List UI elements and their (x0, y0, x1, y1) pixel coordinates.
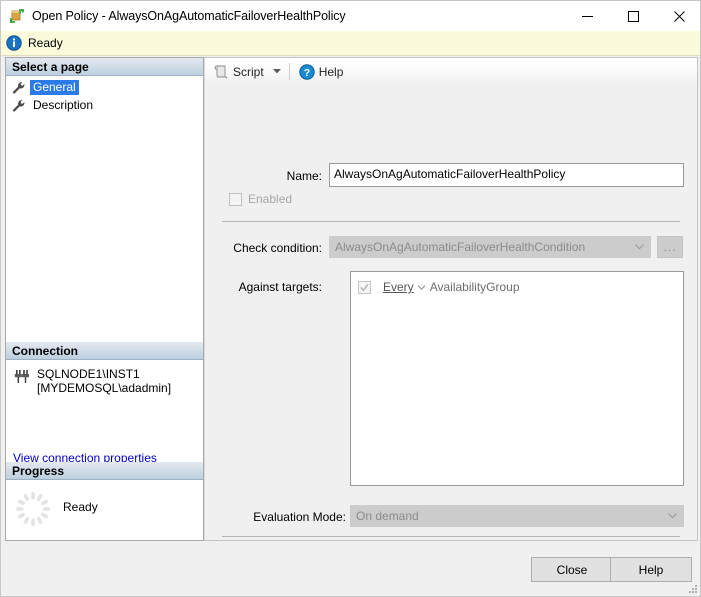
progress-body: Ready (6, 481, 203, 529)
spinner-icon (13, 489, 53, 529)
progress-status: Ready (63, 500, 98, 514)
connection-text: SQLNODE1\INST1 [MYDEMOSQL\adadmin] (37, 367, 171, 395)
connection-server: SQLNODE1\INST1 (37, 367, 140, 381)
status-info-bar: Ready (1, 31, 700, 56)
toolbar-separator (288, 63, 290, 80)
name-input[interactable]: AlwaysOnAgAutomaticFailoverHealthPolicy (329, 163, 684, 187)
check-condition-browse-button[interactable]: ... (657, 236, 683, 258)
info-bar-text: Ready (28, 36, 63, 50)
target-type-label: AvailabilityGroup (429, 280, 520, 294)
content-panel: Script ? Help Name: AlwaysOnAgAutomaticF… (204, 57, 698, 541)
enabled-label: Enabled (248, 192, 293, 206)
close-button[interactable] (656, 1, 700, 31)
progress-header: Progress (6, 462, 203, 480)
name-label: Name: (286, 169, 322, 183)
close-button-footer[interactable]: Close (531, 557, 613, 582)
target-every-link[interactable]: Every (383, 280, 414, 294)
connection-user: [MYDEMOSQL\adadmin] (37, 381, 172, 395)
against-targets-listbox[interactable]: Every AvailabilityGroup (350, 271, 684, 486)
sidebar-item-description[interactable]: Description (11, 97, 203, 114)
connection-header: Connection (6, 342, 203, 360)
help-button-footer[interactable]: Help (610, 557, 692, 582)
policy-icon (9, 8, 25, 24)
open-policy-dialog: Open Policy - AlwaysOnAgAutomaticFailove… (0, 0, 701, 597)
target-checkbox[interactable] (358, 280, 371, 294)
window-controls (564, 1, 700, 31)
help-button[interactable]: ? Help (296, 61, 347, 82)
title-bar: Open Policy - AlwaysOnAgAutomaticFailove… (1, 1, 700, 31)
check-condition-label: Check condition: (233, 241, 322, 255)
chevron-down-icon[interactable] (271, 64, 283, 80)
help-button-label: Help (318, 64, 344, 79)
sidebar-item-general-label: General (30, 80, 79, 95)
separator-2 (222, 536, 680, 537)
chevron-down-icon (633, 243, 645, 251)
script-button[interactable]: Script (210, 61, 267, 82)
evaluation-mode-select[interactable]: On demand (350, 505, 684, 527)
separator-1 (222, 221, 680, 222)
evaluation-mode-value: On demand (356, 509, 419, 523)
wrench-icon (11, 99, 27, 113)
info-icon (6, 35, 22, 51)
content-toolbar: Script ? Help (205, 58, 697, 85)
check-condition-value: AlwaysOnAgAutomaticFailoverHealthConditi… (335, 240, 586, 254)
resize-grip[interactable] (686, 582, 698, 594)
maximize-button[interactable] (610, 1, 656, 31)
connection-info: SQLNODE1\INST1 [MYDEMOSQL\adadmin] (6, 367, 203, 395)
dialog-button-bar: Close Help (1, 546, 700, 596)
script-button-label: Script (233, 64, 264, 79)
against-targets-label: Against targets: (238, 280, 322, 294)
left-navigation-panel: Select a page General Description Connec… (5, 57, 204, 541)
sidebar-item-general[interactable]: General (11, 79, 203, 96)
minimize-button[interactable] (564, 1, 610, 31)
evaluation-mode-label: Evaluation Mode: (253, 510, 346, 524)
chevron-down-icon (666, 512, 678, 520)
target-row[interactable]: Every AvailabilityGroup (351, 278, 683, 296)
page-list: General Description (6, 76, 203, 114)
wrench-icon (11, 81, 27, 95)
connection-body: SQLNODE1\INST1 [MYDEMOSQL\adadmin] View … (6, 361, 203, 471)
enabled-checkbox[interactable]: Enabled (229, 192, 292, 206)
svg-text:?: ? (303, 67, 309, 79)
connection-icon (13, 368, 31, 386)
sidebar-item-description-label: Description (33, 98, 94, 112)
select-page-header: Select a page (6, 58, 203, 76)
checkbox-box (229, 192, 242, 206)
script-icon (213, 64, 229, 80)
window-title: Open Policy - AlwaysOnAgAutomaticFailove… (32, 9, 346, 23)
chevron-down-icon[interactable] (415, 284, 429, 290)
check-condition-select[interactable]: AlwaysOnAgAutomaticFailoverHealthConditi… (329, 236, 651, 258)
help-icon: ? (298, 63, 315, 80)
